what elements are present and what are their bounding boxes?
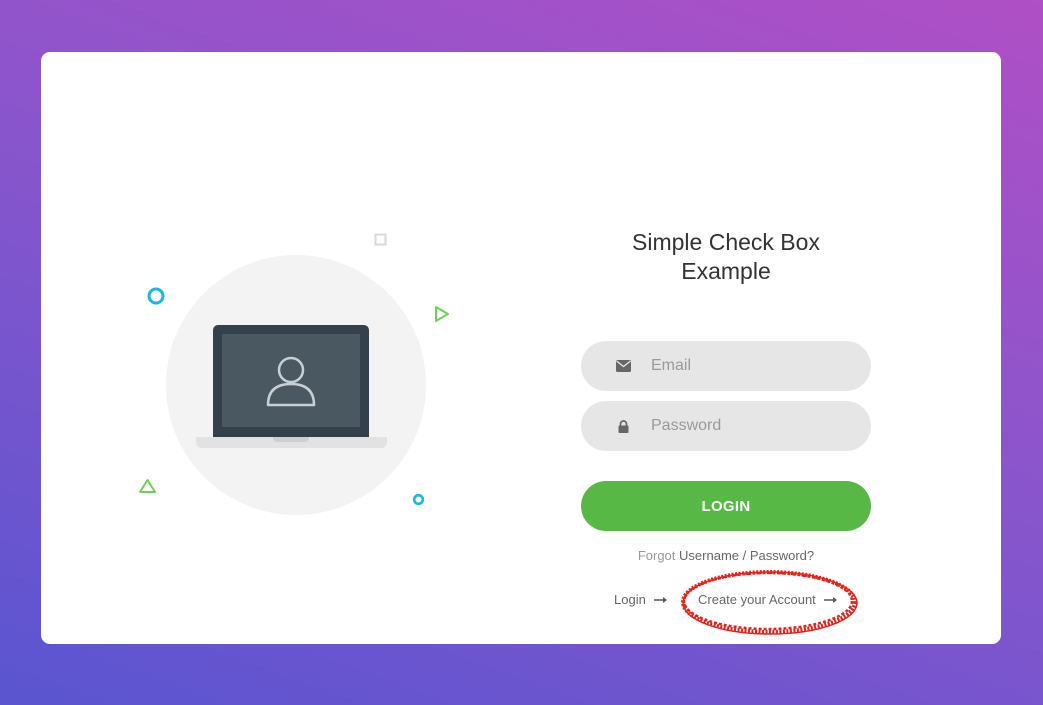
envelope-icon (615, 358, 631, 374)
login-button[interactable]: LOGIN (581, 481, 871, 531)
forgot-prefix: Forgot (637, 548, 676, 563)
create-account-label: Create your Account (698, 592, 816, 607)
page-title-line2: Example (681, 258, 771, 284)
laptop-screen-inner (222, 334, 360, 427)
forgot-text: Forgot Username / Password? (581, 548, 871, 563)
user-icon (266, 356, 316, 406)
square-outline-icon (374, 233, 387, 246)
forgot-link[interactable]: Username / Password? (679, 548, 814, 563)
arrow-right-icon (823, 596, 838, 604)
triangle-outline-icon (139, 479, 156, 493)
login-card: Simple Check Box Example LOGIN (41, 52, 1001, 644)
small-circle-icon (412, 493, 425, 506)
page-title: Simple Check Box Example (581, 228, 871, 286)
email-input[interactable] (649, 356, 853, 376)
laptop-icon (213, 325, 369, 437)
lock-icon (615, 418, 631, 434)
login-form: Simple Check Box Example LOGIN (581, 52, 871, 644)
login-link-label: Login (614, 592, 646, 607)
circle-outline-icon (147, 287, 165, 305)
password-field-wrapper[interactable] (581, 401, 871, 451)
email-field-wrapper[interactable] (581, 341, 871, 391)
arrow-right-icon (653, 596, 668, 604)
laptop-notch (273, 437, 309, 442)
bottom-links: Login Create your Account (581, 592, 871, 608)
illustration (41, 52, 541, 644)
create-account-link[interactable]: Create your Account (698, 592, 838, 607)
play-triangle-icon (435, 306, 449, 322)
login-link[interactable]: Login (614, 592, 668, 607)
password-input[interactable] (649, 416, 853, 436)
page-title-line1: Simple Check Box (632, 229, 820, 255)
